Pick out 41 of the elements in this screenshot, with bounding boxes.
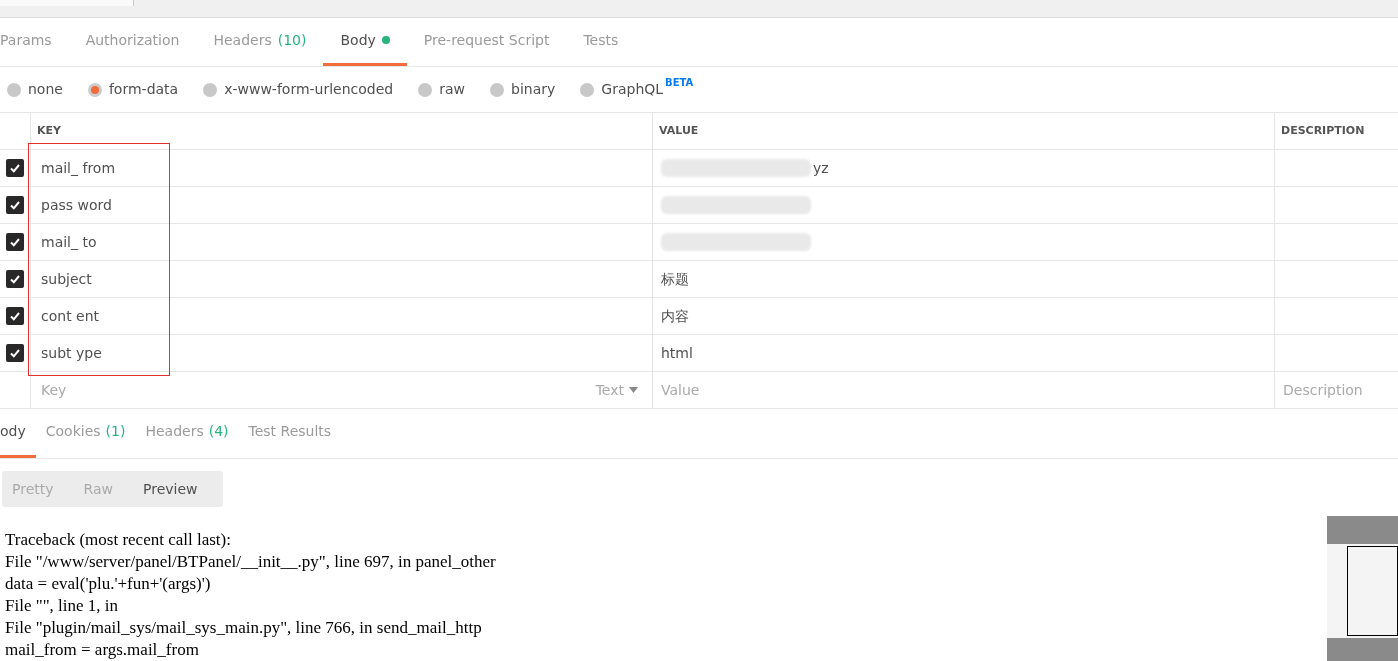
traceback-line: Traceback (most recent call last): [5,529,232,551]
traceback-line: File "/www/server/panel/BTPanel/__init__.py", line 697, in panel_other [5,551,497,573]
traceback-line: File "plugin/mail_sys/mail_sys_main.py", line 766, in send_mail_http [5,617,483,639]
key-text[interactable]: subt ype [41,342,102,364]
checkbox[interactable] [6,196,24,214]
checkmark-icon [9,347,21,359]
value-text[interactable]: html [661,342,693,364]
body-type-radio[interactable]: binary [490,79,556,100]
key-text[interactable]: pass word [41,194,112,216]
body-type-radio[interactable]: x-www-form-urlencoded [203,79,394,100]
traceback-line: File "", line 1, in [5,595,120,617]
caret-icon [629,387,638,393]
column-header: KEY [30,113,652,149]
value-text[interactable]: yz [813,157,829,179]
checkmark-icon [9,199,21,211]
checkbox[interactable] [6,307,24,325]
traceback-line: data = eval('plu.'+fun+'(args)') [5,573,212,595]
body-type-radio[interactable]: form-data [87,79,179,100]
value-text[interactable]: 标题 [661,268,689,290]
view-mode-button[interactable]: Preview [143,478,198,500]
checkmark-icon [9,273,21,285]
checkmark-icon [9,236,21,248]
body-type-radio[interactable]: none [7,79,63,100]
response-tab[interactable]: ody [0,408,36,458]
body-type-radio[interactable]: raw [418,79,466,100]
value-text[interactable]: 内容 [661,305,689,327]
checkmark-icon [9,162,21,174]
checkbox[interactable] [6,344,24,362]
request-tab[interactable]: Body [323,17,407,66]
checkbox[interactable] [6,233,24,251]
checkbox[interactable] [6,270,24,288]
beta-label: BETA [665,76,694,90]
key-text[interactable]: mail_ from [41,157,116,179]
checkmark-icon [9,310,21,322]
checkbox[interactable] [6,159,24,177]
key-text[interactable]: subject [41,268,92,290]
column-header: VALUE [652,113,1274,149]
key-text[interactable]: cont ent [41,305,100,327]
key-text[interactable]: mail_ to [41,231,97,253]
column-header: DESCRIPTION [1274,113,1398,149]
traceback-line: mail_from = args.mail_from [5,639,200,661]
